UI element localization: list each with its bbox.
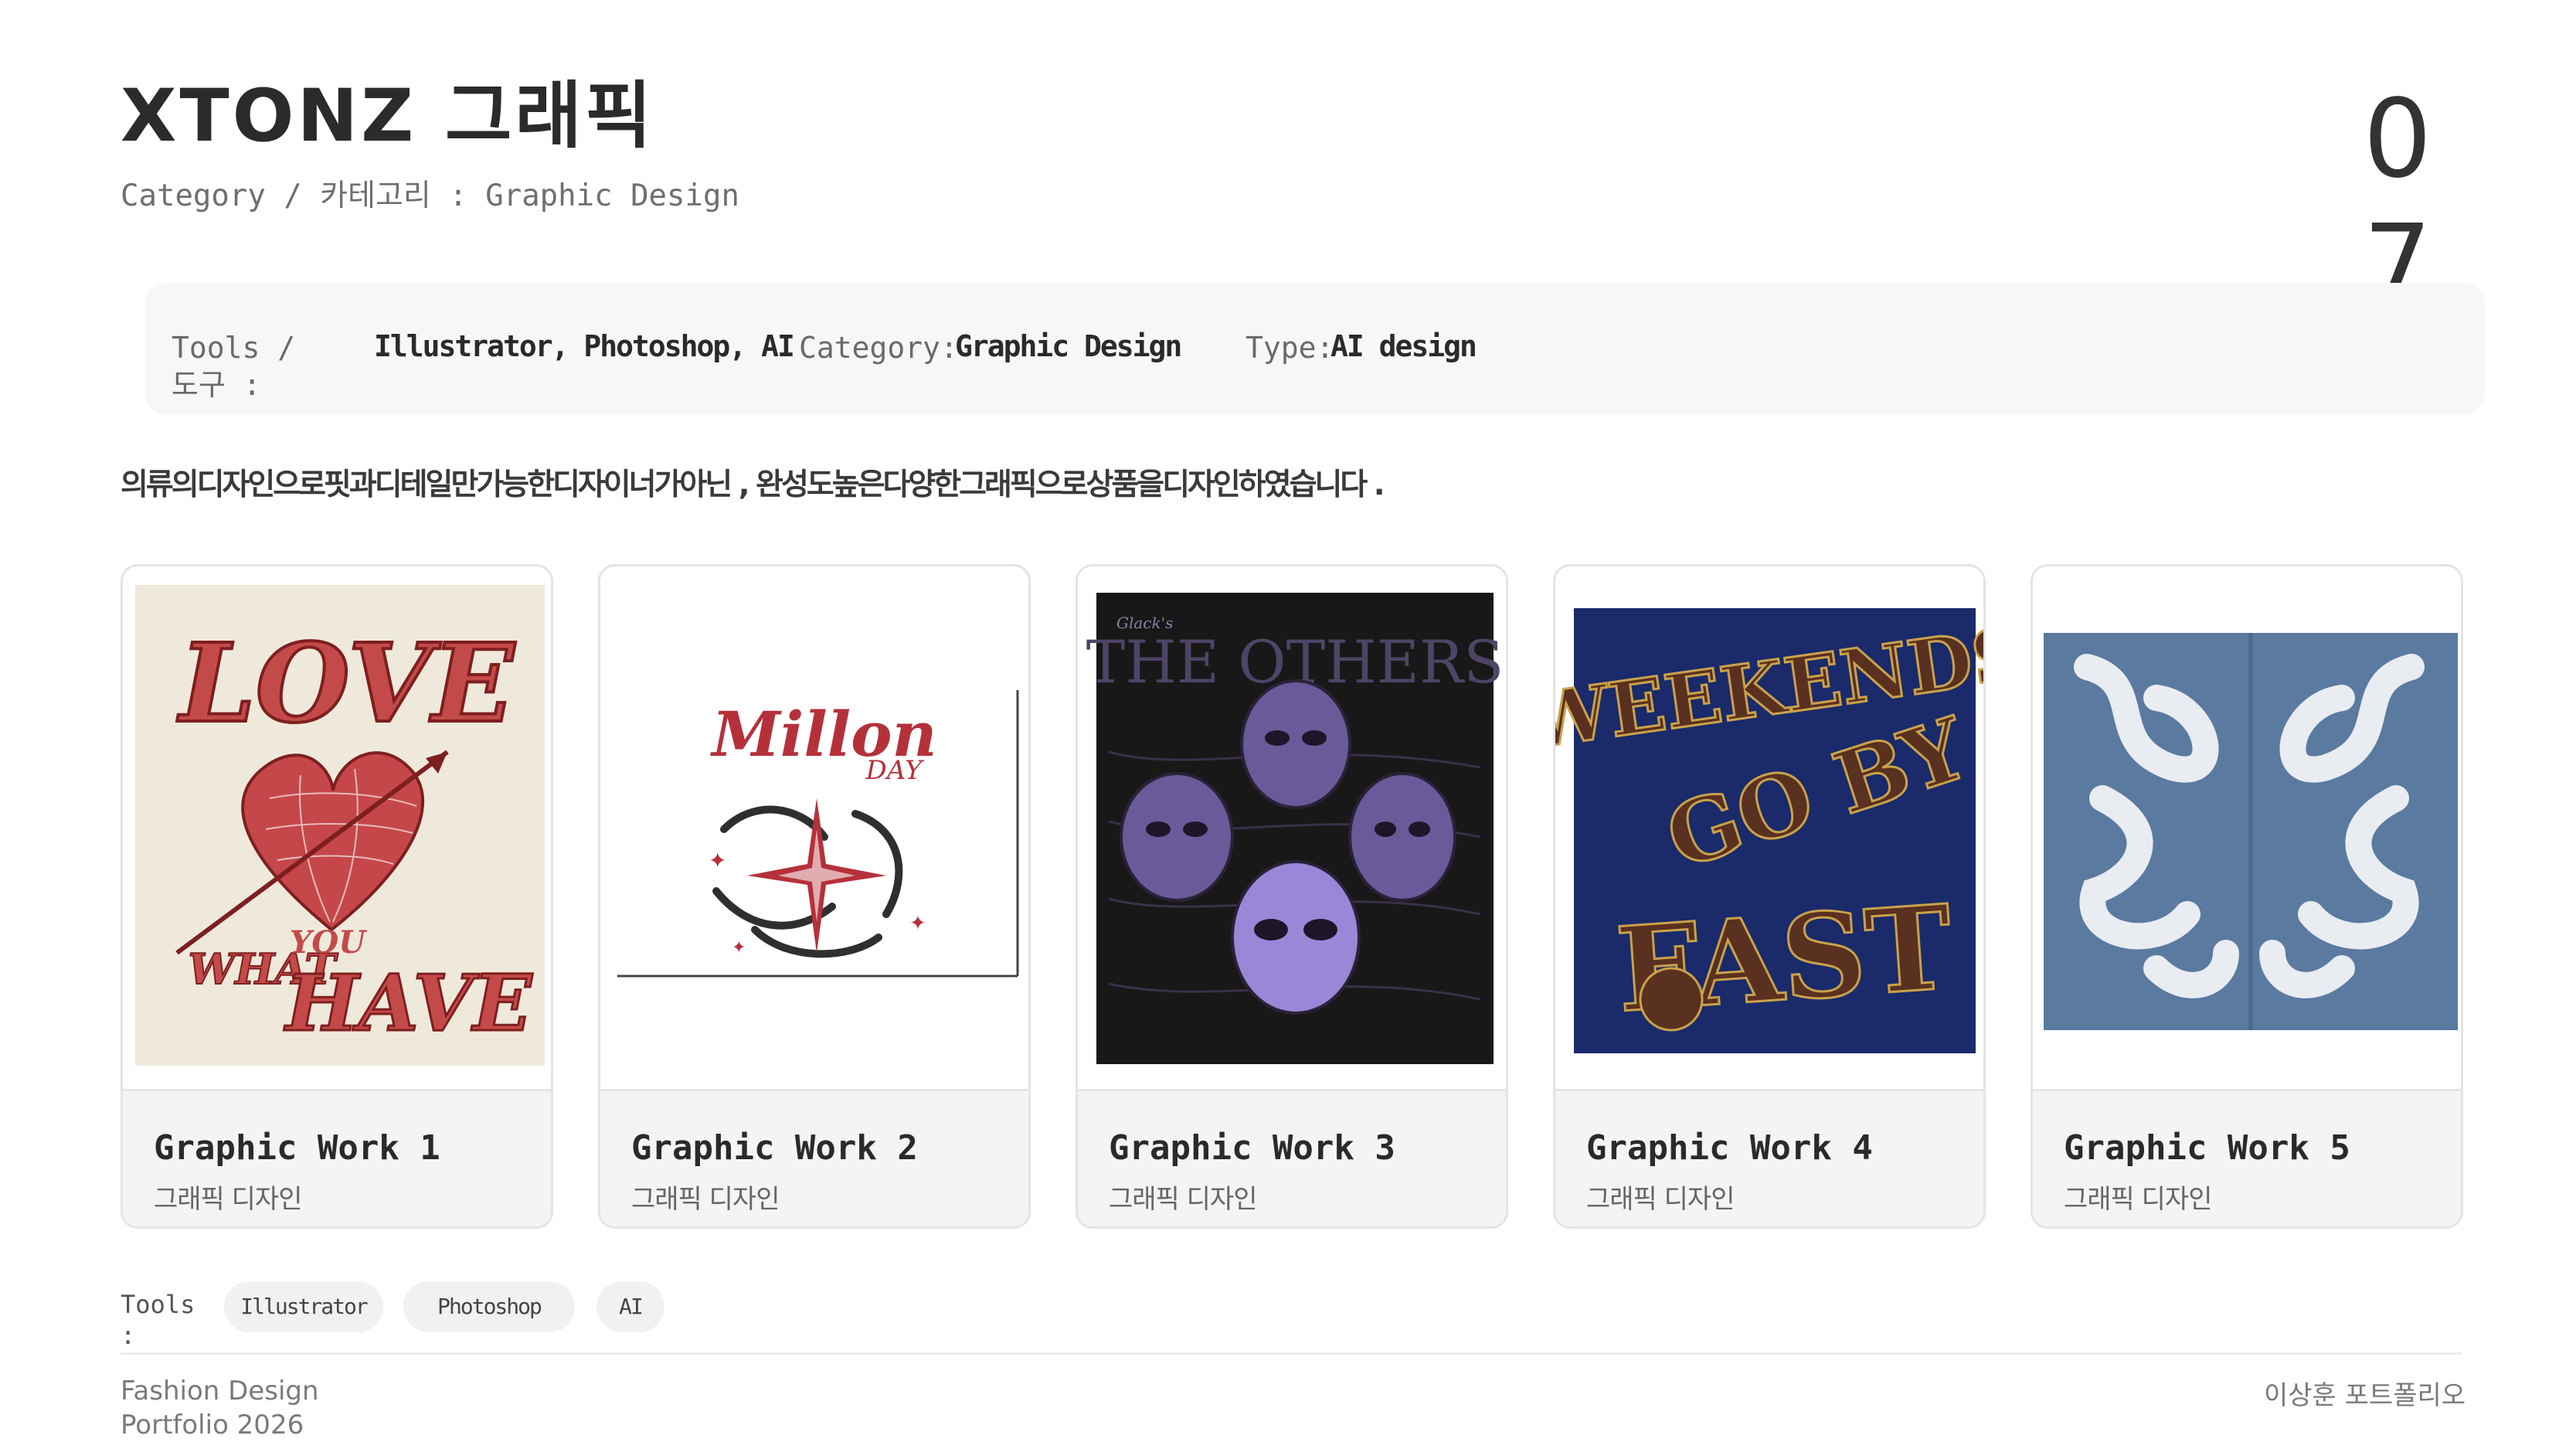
svg-text:✦: ✦ [732, 938, 746, 957]
graphic-card-1[interactable]: LOVE WHAT YOU HAVE Graphic Work 1 그래픽 디자… [121, 564, 553, 1229]
graphic-card-2[interactable]: Millon DAY ✦ ✦ ✦ Graphic Work 2 그래픽 디자인 [598, 564, 1031, 1229]
description: 의류의디자인으로핏과디테일만가능한디자이너가아닌 , 완성도높은다양한그래픽으로… [121, 468, 1385, 502]
artwork-love-heart: LOVE WHAT YOU HAVE [123, 566, 551, 1089]
card-subtitle: 그래픽 디자인 [1586, 1184, 1735, 1215]
info-category-value: Graphic Design [955, 329, 1182, 363]
footer-portfolio-label: Fashion Design Portfolio 2026 [121, 1376, 319, 1440]
card-footer: Graphic Work 4 그래픽 디자인 [1555, 1089, 1983, 1226]
card-title: Graphic Work 5 [2064, 1128, 2350, 1168]
art-text-day: DAY [865, 755, 925, 786]
card-footer: Graphic Work 3 그래픽 디자인 [1078, 1089, 1506, 1226]
graphic-card-4[interactable]: WEEKENDS GO BY FAST Graphic Work 4 그래픽 디… [1553, 564, 1986, 1229]
tool-chip-ai[interactable]: AI [596, 1281, 664, 1332]
card-title: Graphic Work 2 [631, 1128, 918, 1168]
info-type-value: AI design [1330, 329, 1477, 363]
info-tools-value: Illustrator, Photoshop, AI [374, 329, 795, 363]
svg-text:✦: ✦ [909, 912, 926, 935]
card-subtitle: 그래픽 디자인 [2064, 1184, 2212, 1215]
card-title: Graphic Work 1 [154, 1128, 440, 1168]
artwork-blue-swirl [2033, 566, 2461, 1089]
graphic-card-3[interactable]: Glack's THE OTHERS Graphic Work 3 그래픽 디자… [1076, 564, 1508, 1229]
tool-chip-illustrator[interactable]: Illustrator [224, 1281, 383, 1332]
card-subtitle: 그래픽 디자인 [154, 1184, 302, 1215]
graphic-card-5[interactable]: Graphic Work 5 그래픽 디자인 [2031, 564, 2463, 1229]
tool-chip-photoshop[interactable]: Photoshop [403, 1281, 575, 1332]
artwork-millon-day: Millon DAY ✦ ✦ ✦ [600, 566, 1028, 1089]
art-text-you: YOU [290, 924, 367, 961]
svg-text:✦: ✦ [709, 848, 726, 873]
card-footer: Graphic Work 2 그래픽 디자인 [600, 1089, 1028, 1226]
info-type-label: Type: [1246, 331, 1334, 365]
card-title: Graphic Work 3 [1109, 1128, 1395, 1168]
info-tools-label: Tools / 도구 : [172, 331, 296, 402]
art-text-have: HAVE [284, 957, 533, 1049]
page-subtitle: Category / 카테고리 : Graphic Design [121, 179, 739, 213]
divider [121, 1352, 2462, 1355]
footer-author: 이상훈 포트폴리오 [2264, 1380, 2466, 1411]
art-text-love: LOVE [176, 621, 516, 747]
card-subtitle: 그래픽 디자인 [631, 1184, 780, 1215]
artwork-the-others: Glack's THE OTHERS [1078, 566, 1506, 1089]
tools-label: Tools : [121, 1290, 195, 1350]
artwork-weekends-go-by-fast: WEEKENDS GO BY FAST [1555, 566, 1983, 1089]
card-footer: Graphic Work 5 그래픽 디자인 [2033, 1089, 2461, 1226]
info-category-label: Category: [799, 331, 958, 365]
card-title: Graphic Work 4 [1586, 1128, 1873, 1168]
card-subtitle: 그래픽 디자인 [1109, 1184, 1257, 1215]
card-footer: Graphic Work 1 그래픽 디자인 [123, 1089, 551, 1226]
page-title: XTONZ 그래픽 [121, 74, 655, 158]
